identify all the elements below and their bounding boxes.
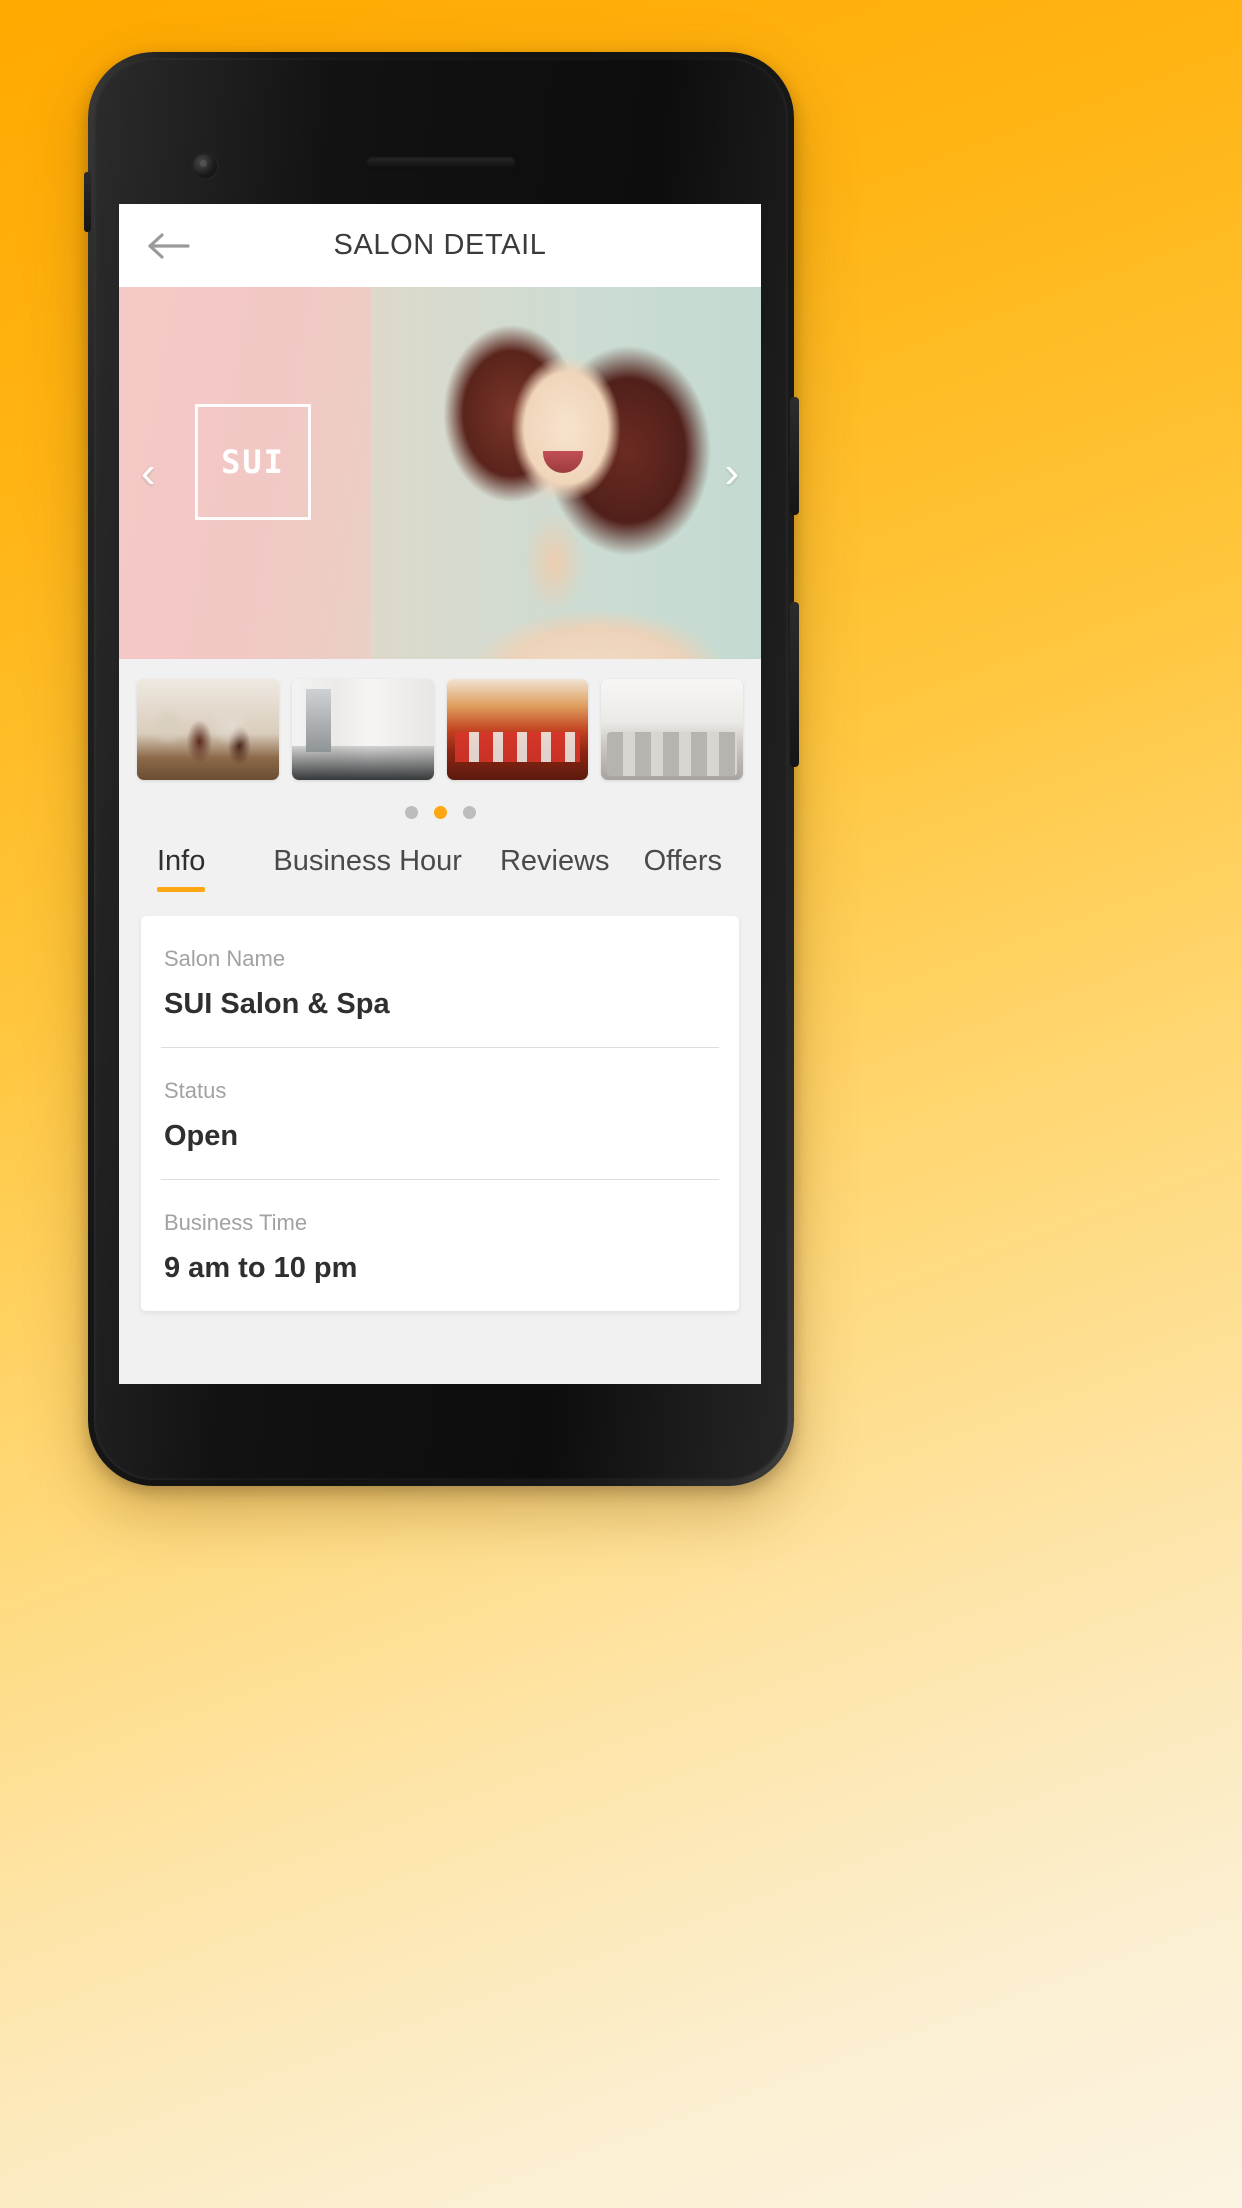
tab-bar: Info Business Hour Reviews Offers	[119, 827, 761, 900]
front-camera-icon	[193, 154, 217, 178]
thumbnail-item[interactable]	[446, 679, 589, 780]
tab-label: Business Hour	[273, 845, 462, 877]
thumbnail-item[interactable]	[291, 679, 434, 780]
status-badge: Open	[164, 1120, 239, 1152]
thumbnail-item[interactable]	[601, 679, 743, 780]
salon-logo: SUI	[195, 404, 311, 520]
field-label: Salon Name	[164, 946, 286, 971]
pagination-dot[interactable]	[462, 806, 476, 819]
tab-offers[interactable]: Offers	[644, 837, 722, 900]
page-title: SALON DETAIL	[333, 229, 547, 261]
field-value: 9 am to 10 pm	[164, 1252, 358, 1284]
field-label: Business Time	[164, 1210, 308, 1235]
tab-label: Offers	[643, 845, 722, 877]
thumbnail-strip	[119, 659, 761, 780]
device-chin	[88, 1386, 794, 1486]
pagination-dot-active[interactable]	[433, 806, 447, 819]
field-salon-name: Salon Name SUI Salon & Spa	[161, 916, 719, 1048]
device-sensors	[88, 52, 794, 234]
power-button[interactable]	[790, 602, 799, 767]
app-bar: SALON DETAIL	[119, 204, 761, 287]
field-label: Status	[164, 1078, 227, 1103]
hero-image	[371, 287, 761, 659]
hero-carousel[interactable]: SUI ‹ ›	[119, 287, 761, 659]
tab-active-indicator	[157, 887, 206, 892]
pagination-dots	[119, 780, 761, 827]
tab-reviews[interactable]: Reviews	[500, 837, 610, 900]
tab-label: Info	[157, 845, 206, 877]
phone-device: SALON DETAIL SUI ‹ › Info Business Hour …	[84, 52, 799, 1486]
info-card: Salon Name SUI Salon & Spa Status Open B…	[141, 916, 739, 1311]
arrow-left-icon	[148, 232, 190, 259]
field-business-time: Business Time 9 am to 10 pm	[161, 1180, 719, 1311]
tab-info[interactable]: Info	[157, 837, 206, 900]
pagination-dot[interactable]	[404, 806, 418, 819]
tab-label: Reviews	[499, 845, 610, 877]
app-screen: SALON DETAIL SUI ‹ › Info Business Hour …	[119, 204, 761, 1384]
back-button[interactable]	[141, 218, 197, 274]
salon-logo-text: SUI	[221, 443, 285, 481]
field-value: SUI Salon & Spa	[164, 988, 390, 1020]
earpiece-speaker	[366, 156, 516, 169]
thumbnail-item[interactable]	[137, 679, 279, 780]
volume-button[interactable]	[790, 397, 799, 515]
carousel-next-button[interactable]: ›	[724, 451, 739, 495]
tab-business-hour[interactable]: Business Hour	[273, 837, 462, 900]
carousel-prev-button[interactable]: ‹	[141, 451, 156, 495]
field-status: Status Open	[161, 1048, 719, 1180]
